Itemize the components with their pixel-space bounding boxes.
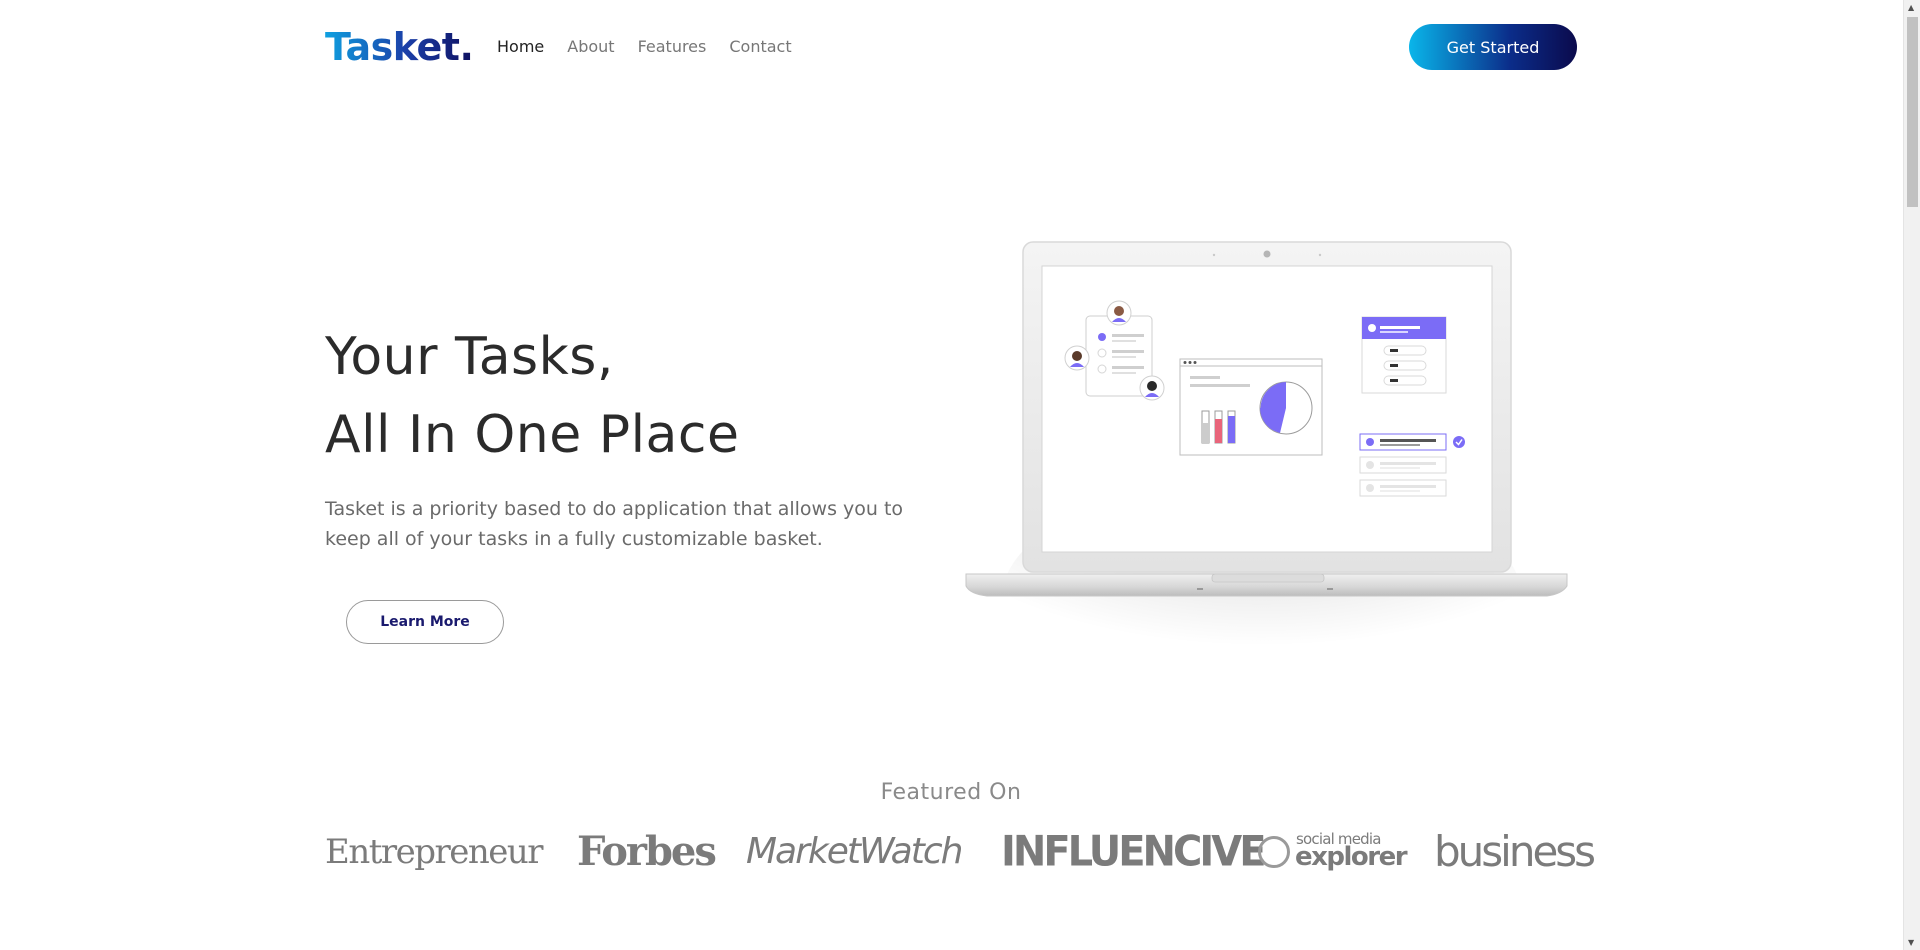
hero-description: Tasket is a priority based to do applica… xyxy=(325,498,904,550)
entrepreneur-logo: Entrepreneur xyxy=(325,832,544,872)
forbes-logo: Forbes xyxy=(577,828,717,875)
featured-on-title: Featured On xyxy=(880,780,1022,805)
site-header: Tasket. Home About Features Contact Get … xyxy=(325,24,1577,70)
compass-icon xyxy=(1258,836,1290,868)
hero-title-line1: Your Tasks, xyxy=(325,327,614,387)
scrollbar-thumb[interactable] xyxy=(1907,17,1918,207)
get-started-button[interactable]: Get Started xyxy=(1409,24,1577,70)
sme-logo-bottom: explorer xyxy=(1295,842,1408,872)
nav-contact[interactable]: Contact xyxy=(729,36,791,58)
page-scrollbar[interactable]: ▲ ▼ xyxy=(1903,0,1920,950)
marketwatch-logo: MarketWatch xyxy=(746,831,963,872)
logo[interactable]: Tasket. xyxy=(325,24,474,70)
scroll-down-arrow-icon[interactable]: ▼ xyxy=(1908,938,1914,947)
hero-title: Your Tasks, All In One Place xyxy=(325,318,739,474)
business-logo: business xyxy=(1434,827,1596,876)
main-nav: Home About Features Contact xyxy=(497,36,792,58)
social-media-explorer-logo: social media explorer xyxy=(1258,822,1408,882)
scroll-up-arrow-icon[interactable]: ▲ xyxy=(1908,3,1914,12)
featured-logos: Entrepreneur Forbes MarketWatch INFLUENC… xyxy=(325,822,1596,882)
influencive-logo: INFLUENCIVE xyxy=(1001,827,1267,877)
nav-about[interactable]: About xyxy=(567,36,614,58)
laptop-illustration xyxy=(962,238,1572,738)
nav-home[interactable]: Home xyxy=(497,36,544,58)
hero-title-line2: All In One Place xyxy=(325,405,740,465)
learn-more-button[interactable]: Learn More xyxy=(346,600,504,644)
laptop-image xyxy=(965,241,1568,718)
nav-features[interactable]: Features xyxy=(638,36,707,58)
